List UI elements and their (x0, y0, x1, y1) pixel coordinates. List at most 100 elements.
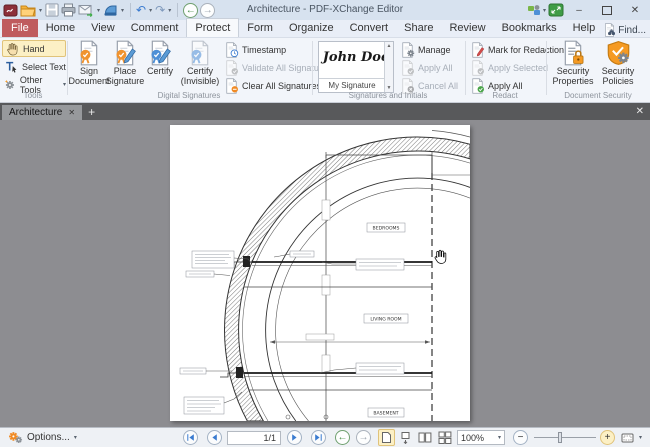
tab-view[interactable]: View (83, 19, 123, 37)
print-icon[interactable] (61, 3, 76, 17)
certify-invisible-button[interactable]: Certify (Invisible) (177, 40, 223, 96)
options-button[interactable]: Options... ▾ (6, 428, 77, 447)
first-page-button[interactable] (183, 428, 198, 447)
other-tools-gear-icon (4, 79, 15, 90)
hand-tool-button[interactable]: Hand (2, 40, 66, 57)
document-tab-architecture[interactable]: Architecture ✕ (2, 105, 83, 120)
zoom-in-button[interactable]: + (600, 428, 615, 447)
apply-selected-icon (472, 59, 485, 76)
ui-options-icon[interactable] (527, 4, 541, 17)
apply-all-signatures-button[interactable]: Apply All (400, 59, 453, 76)
history-forward-button[interactable]: → (200, 2, 216, 18)
pdf-page[interactable]: BEDROOMS LIVING ROOM BASEMENT (170, 125, 471, 422)
next-page-button[interactable] (287, 428, 302, 447)
close-button[interactable]: ✕ (622, 1, 648, 19)
ui-options-caret[interactable]: ▾ (543, 7, 546, 14)
tab-help[interactable]: Help (565, 19, 604, 37)
redo-dropdown-caret[interactable]: ▾ (168, 7, 171, 14)
hand-tool-label: Hand (23, 43, 45, 54)
new-tab-button[interactable]: + (88, 106, 95, 118)
tab-form[interactable]: Form (239, 19, 281, 37)
label-living-room: LIVING ROOM (370, 317, 401, 323)
mark-for-redaction-button[interactable]: Mark for Redaction (470, 41, 564, 58)
save-icon[interactable] (45, 3, 59, 17)
fullscreen-icon[interactable] (548, 3, 564, 17)
qat-separator-2 (177, 3, 179, 17)
undo-icon[interactable]: ↶ (136, 4, 146, 16)
redo-icon[interactable]: ↷ (155, 4, 165, 16)
sign-document-icon (79, 40, 98, 66)
maximize-button[interactable] (594, 1, 620, 19)
zoom-slider-thumb[interactable] (558, 432, 562, 443)
layout-two-pages-button[interactable] (416, 428, 433, 447)
zoom-out-button[interactable]: − (513, 428, 528, 447)
other-tools-caret: ▾ (62, 82, 66, 88)
app-logo-icon[interactable] (3, 3, 18, 18)
open-dropdown-caret[interactable]: ▾ (39, 7, 42, 14)
manage-signatures-button[interactable]: Manage (400, 41, 451, 58)
timestamp-label: Timestamp (242, 44, 287, 55)
page-number-box[interactable]: 1/1 (227, 428, 281, 447)
fit-page-button[interactable] (621, 428, 634, 447)
find-label: Find... (618, 24, 647, 36)
certify-label: Certify (146, 66, 173, 76)
zoom-options-caret[interactable]: ▾ (639, 428, 642, 447)
security-policies-label: Security Policies (601, 66, 635, 86)
tab-convert[interactable]: Convert (342, 19, 397, 37)
tab-file[interactable]: File (2, 19, 38, 37)
qat-separator (130, 3, 132, 17)
open-file-icon[interactable] (20, 3, 36, 17)
group-separator (312, 41, 313, 95)
stamp-dropdown-caret[interactable]: ▾ (121, 7, 124, 14)
document-tab-close-icon[interactable]: ✕ (68, 108, 75, 117)
email-dropdown-caret[interactable]: ▾ (97, 7, 100, 14)
mark-for-redaction-icon (472, 41, 485, 58)
ribbon-protect: Hand Select Text Other Tools ▾ Tools Sig… (0, 38, 650, 103)
find-icon (605, 23, 616, 37)
document-tab-bar: Architecture ✕ + ✕ (0, 103, 650, 120)
tab-comment[interactable]: Comment (123, 19, 187, 37)
validate-all-icon (226, 59, 239, 76)
tab-share[interactable]: Share (396, 19, 441, 37)
certify-invisible-icon (190, 40, 209, 66)
ribbon-tab-bar: File Home View Comment Protect Form Orga… (0, 18, 650, 38)
hand-icon (7, 42, 18, 56)
tab-home[interactable]: Home (38, 19, 83, 37)
view-forward-button[interactable]: → (356, 428, 371, 447)
security-policies-button[interactable]: Security Policies (596, 40, 640, 96)
tab-protect[interactable]: Protect (186, 18, 240, 37)
last-page-button[interactable] (311, 428, 326, 447)
select-text-button[interactable]: Select Text (2, 58, 66, 75)
layout-single-page-button[interactable] (378, 428, 395, 447)
apply-selected-button[interactable]: Apply Selected (470, 59, 548, 76)
certify-button[interactable]: Certify (140, 40, 180, 96)
layout-two-pages-continuous-button[interactable] (436, 428, 453, 447)
tab-organize[interactable]: Organize (281, 19, 342, 37)
apply-all-redactions-label: Apply All (488, 80, 523, 91)
view-back-button[interactable]: ← (335, 428, 350, 447)
history-back-button[interactable]: ← (183, 2, 199, 18)
tab-bookmarks[interactable]: Bookmarks (494, 19, 565, 37)
select-text-label: Select Text (22, 61, 66, 72)
close-document-button[interactable]: ✕ (636, 106, 650, 117)
clear-all-label: Clear All Signatures (242, 80, 322, 91)
find-button[interactable]: Find... (603, 23, 646, 37)
email-icon[interactable] (78, 4, 94, 17)
validate-all-signatures-button[interactable]: Validate All Signatures (224, 59, 331, 76)
minimize-button[interactable]: – (566, 1, 592, 19)
previous-page-button[interactable] (207, 428, 222, 447)
undo-dropdown-caret[interactable]: ▾ (149, 7, 152, 14)
security-properties-button[interactable]: Security Properties (551, 40, 595, 96)
tab-review[interactable]: Review (441, 19, 493, 37)
timestamp-button[interactable]: Timestamp (224, 41, 286, 58)
zoom-slider[interactable] (534, 428, 596, 447)
certify-icon (150, 40, 171, 66)
zoom-level-combo[interactable]: 100% ▾ (457, 428, 505, 447)
gallery-up-button[interactable]: ▲ (387, 42, 392, 50)
status-bar: Options... ▾ 1/1 ← → 100% ▾ − + ▾ (0, 427, 650, 447)
cancel-all-label: Cancel All (418, 80, 459, 91)
signature-gallery[interactable]: John Doe My Signature ▲ ▼ (318, 41, 394, 93)
stamp-tool-icon[interactable] (103, 3, 118, 17)
document-canvas[interactable]: BEDROOMS LIVING ROOM BASEMENT (0, 120, 650, 427)
layout-continuous-button[interactable] (397, 428, 414, 447)
